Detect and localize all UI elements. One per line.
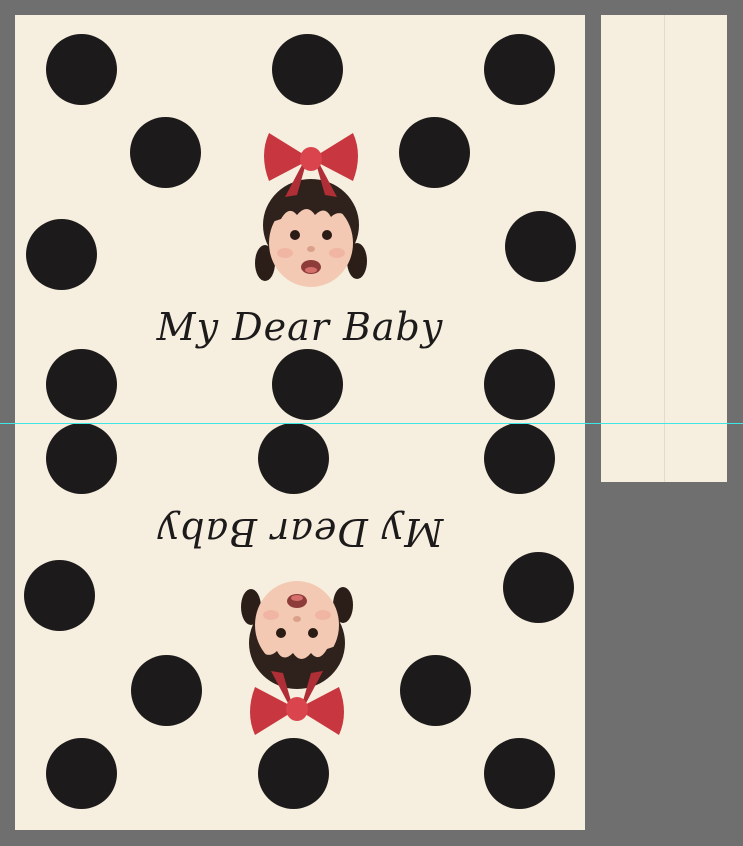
polka-dot (484, 349, 555, 420)
polka-dot (484, 738, 555, 809)
baby-face-icon (255, 133, 367, 287)
polka-dot (399, 117, 470, 188)
baby-face-icon (241, 581, 353, 735)
caption-top[interactable]: My Dear Baby (15, 305, 585, 349)
artboard-side-strip[interactable] (601, 15, 727, 482)
polka-dot (26, 219, 97, 290)
polka-dot (46, 738, 117, 809)
polka-dot (258, 738, 329, 809)
polka-dot (503, 552, 574, 623)
horizontal-guide[interactable] (0, 423, 743, 424)
polka-dot (258, 423, 329, 494)
polka-dot (46, 423, 117, 494)
baby-portrait-top[interactable] (245, 125, 375, 305)
fold-line (664, 15, 665, 482)
polka-dot (484, 423, 555, 494)
polka-dot (400, 655, 471, 726)
polka-dot (46, 349, 117, 420)
polka-dot (272, 349, 343, 420)
polka-dot (24, 560, 95, 631)
caption-bottom-inverted[interactable]: My Dear Baby (15, 510, 585, 554)
polka-dot (131, 655, 202, 726)
polka-dot (505, 211, 576, 282)
polka-dot (130, 117, 201, 188)
canvas-workspace: My Dear Baby My Dear Baby (0, 0, 743, 846)
polka-dot (46, 34, 117, 105)
polka-dot (484, 34, 555, 105)
baby-portrait-bottom-inverted[interactable] (233, 563, 363, 743)
polka-dot (272, 34, 343, 105)
